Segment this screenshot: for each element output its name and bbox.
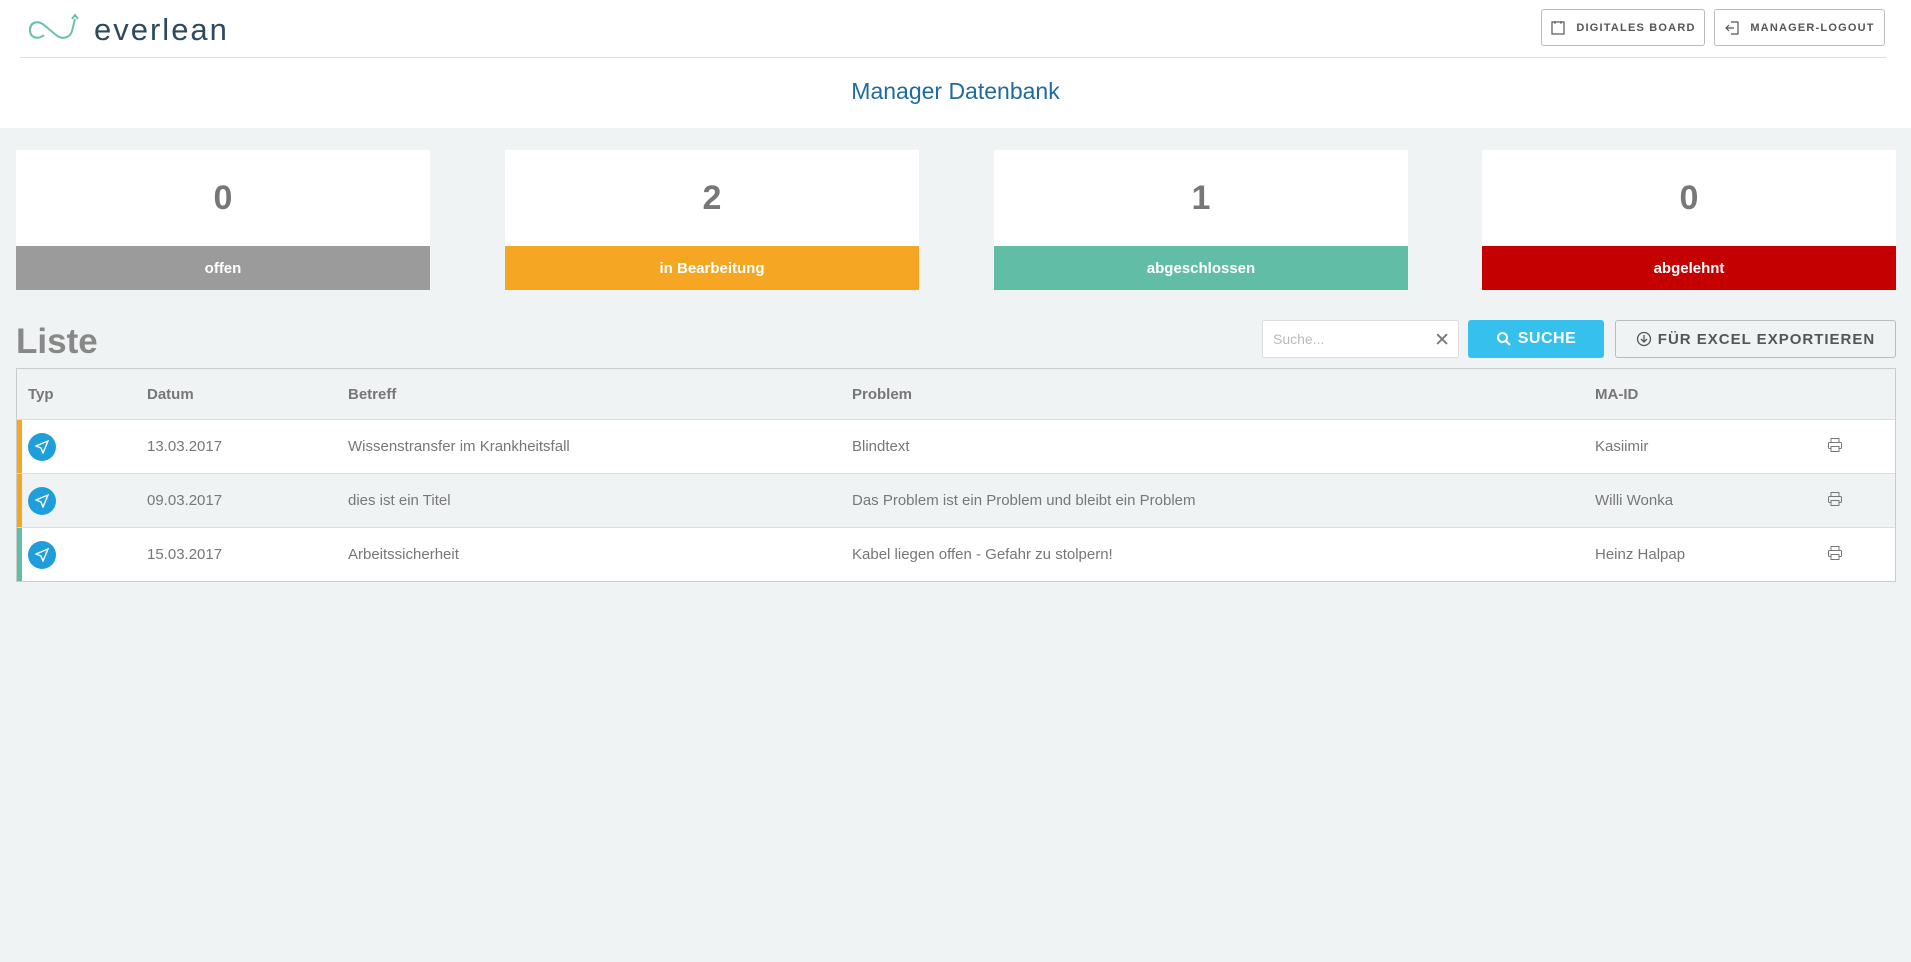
row-ma-id: Willi Wonka <box>1595 492 1674 509</box>
print-icon[interactable] <box>1827 491 1843 511</box>
header: everlean DIGITALES BOARD MANAGER-LOGOUT … <box>0 0 1911 128</box>
stat-card-in-bearbeitung[interactable]: 2 in Bearbeitung <box>505 150 919 290</box>
table-row[interactable]: 09.03.2017 dies ist ein Titel Das Proble… <box>17 473 1895 527</box>
row-betreff: Wissenstransfer im Krankheitsfall <box>348 438 570 455</box>
stat-count: 0 <box>213 178 233 217</box>
row-datum: 13.03.2017 <box>147 438 223 455</box>
stat-card-abgeschlossen[interactable]: 1 abgeschlossen <box>994 150 1408 290</box>
search-field: ✕ <box>1262 320 1459 358</box>
logo-text: everlean <box>94 12 229 47</box>
row-ma-id: Kasiimir <box>1595 438 1649 455</box>
table-row[interactable]: 13.03.2017 Wissenstransfer im Krankheits… <box>17 419 1895 473</box>
search-button[interactable]: SUCHE <box>1468 320 1604 358</box>
search-input[interactable] <box>1263 321 1423 357</box>
manager-logout-button[interactable]: MANAGER-LOGOUT <box>1714 9 1885 46</box>
column-header-betreff[interactable]: Betreff <box>348 386 396 403</box>
stat-count: 1 <box>1191 178 1211 217</box>
row-ma-id: Heinz Halpap <box>1595 546 1686 563</box>
status-indicator <box>17 474 22 527</box>
header-divider <box>20 57 1886 58</box>
column-header-problem[interactable]: Problem <box>852 386 912 403</box>
download-icon <box>1636 331 1651 347</box>
row-betreff: Arbeitssicherheit <box>348 546 459 563</box>
row-problem: Kabel liegen offen - Gefahr zu stolpern! <box>852 546 1113 563</box>
print-icon[interactable] <box>1827 437 1843 457</box>
clear-icon[interactable]: ✕ <box>1434 329 1450 352</box>
row-problem: Das Problem ist ein Problem und bleibt e… <box>852 492 1196 509</box>
column-header-datum[interactable]: Datum <box>147 386 194 403</box>
table-header: Typ Datum Betreff Problem MA-ID <box>17 369 1895 419</box>
send-icon <box>28 540 56 569</box>
digital-board-button[interactable]: DIGITALES BOARD <box>1541 9 1705 46</box>
row-datum: 15.03.2017 <box>147 546 223 563</box>
logout-icon <box>1725 20 1739 35</box>
board-icon <box>1551 20 1565 35</box>
column-header-typ[interactable]: Typ <box>28 386 54 403</box>
row-betreff: dies ist ein Titel <box>348 492 451 509</box>
send-icon <box>28 432 56 461</box>
search-icon <box>1496 332 1511 346</box>
status-indicator <box>17 528 22 581</box>
stat-card-abgelehnt[interactable]: 0 abgelehnt <box>1482 150 1896 290</box>
row-problem: Blindtext <box>852 438 910 455</box>
row-datum: 09.03.2017 <box>147 492 223 509</box>
table-row[interactable]: 15.03.2017 Arbeitssicherheit Kabel liege… <box>17 527 1895 581</box>
export-excel-label: FÜR EXCEL EXPORTIEREN <box>1657 330 1876 348</box>
stat-count: 2 <box>702 178 722 217</box>
stat-card-offen[interactable]: 0 offen <box>16 150 430 290</box>
logo[interactable]: everlean <box>20 12 229 48</box>
page-title: Manager Datenbank <box>851 78 1060 104</box>
stat-label: abgeschlossen <box>994 246 1408 290</box>
stat-label: in Bearbeitung <box>505 246 919 290</box>
stat-label: offen <box>16 246 430 290</box>
print-icon[interactable] <box>1827 545 1843 565</box>
issues-table: Typ Datum Betreff Problem MA-ID 13.03.20… <box>16 368 1896 582</box>
infinity-logo-icon <box>28 13 79 39</box>
export-excel-button[interactable]: FÜR EXCEL EXPORTIEREN <box>1615 320 1896 358</box>
stat-label: abgelehnt <box>1482 246 1896 290</box>
stat-count: 0 <box>1679 178 1699 217</box>
send-icon <box>28 486 56 515</box>
list-title: Liste <box>16 322 98 361</box>
search-button-label: SUCHE <box>1517 330 1577 347</box>
digital-board-label: DIGITALES BOARD <box>1576 21 1696 34</box>
manager-logout-label: MANAGER-LOGOUT <box>1750 21 1875 34</box>
column-header-ma-id[interactable]: MA-ID <box>1595 386 1638 403</box>
status-indicator <box>17 420 22 473</box>
